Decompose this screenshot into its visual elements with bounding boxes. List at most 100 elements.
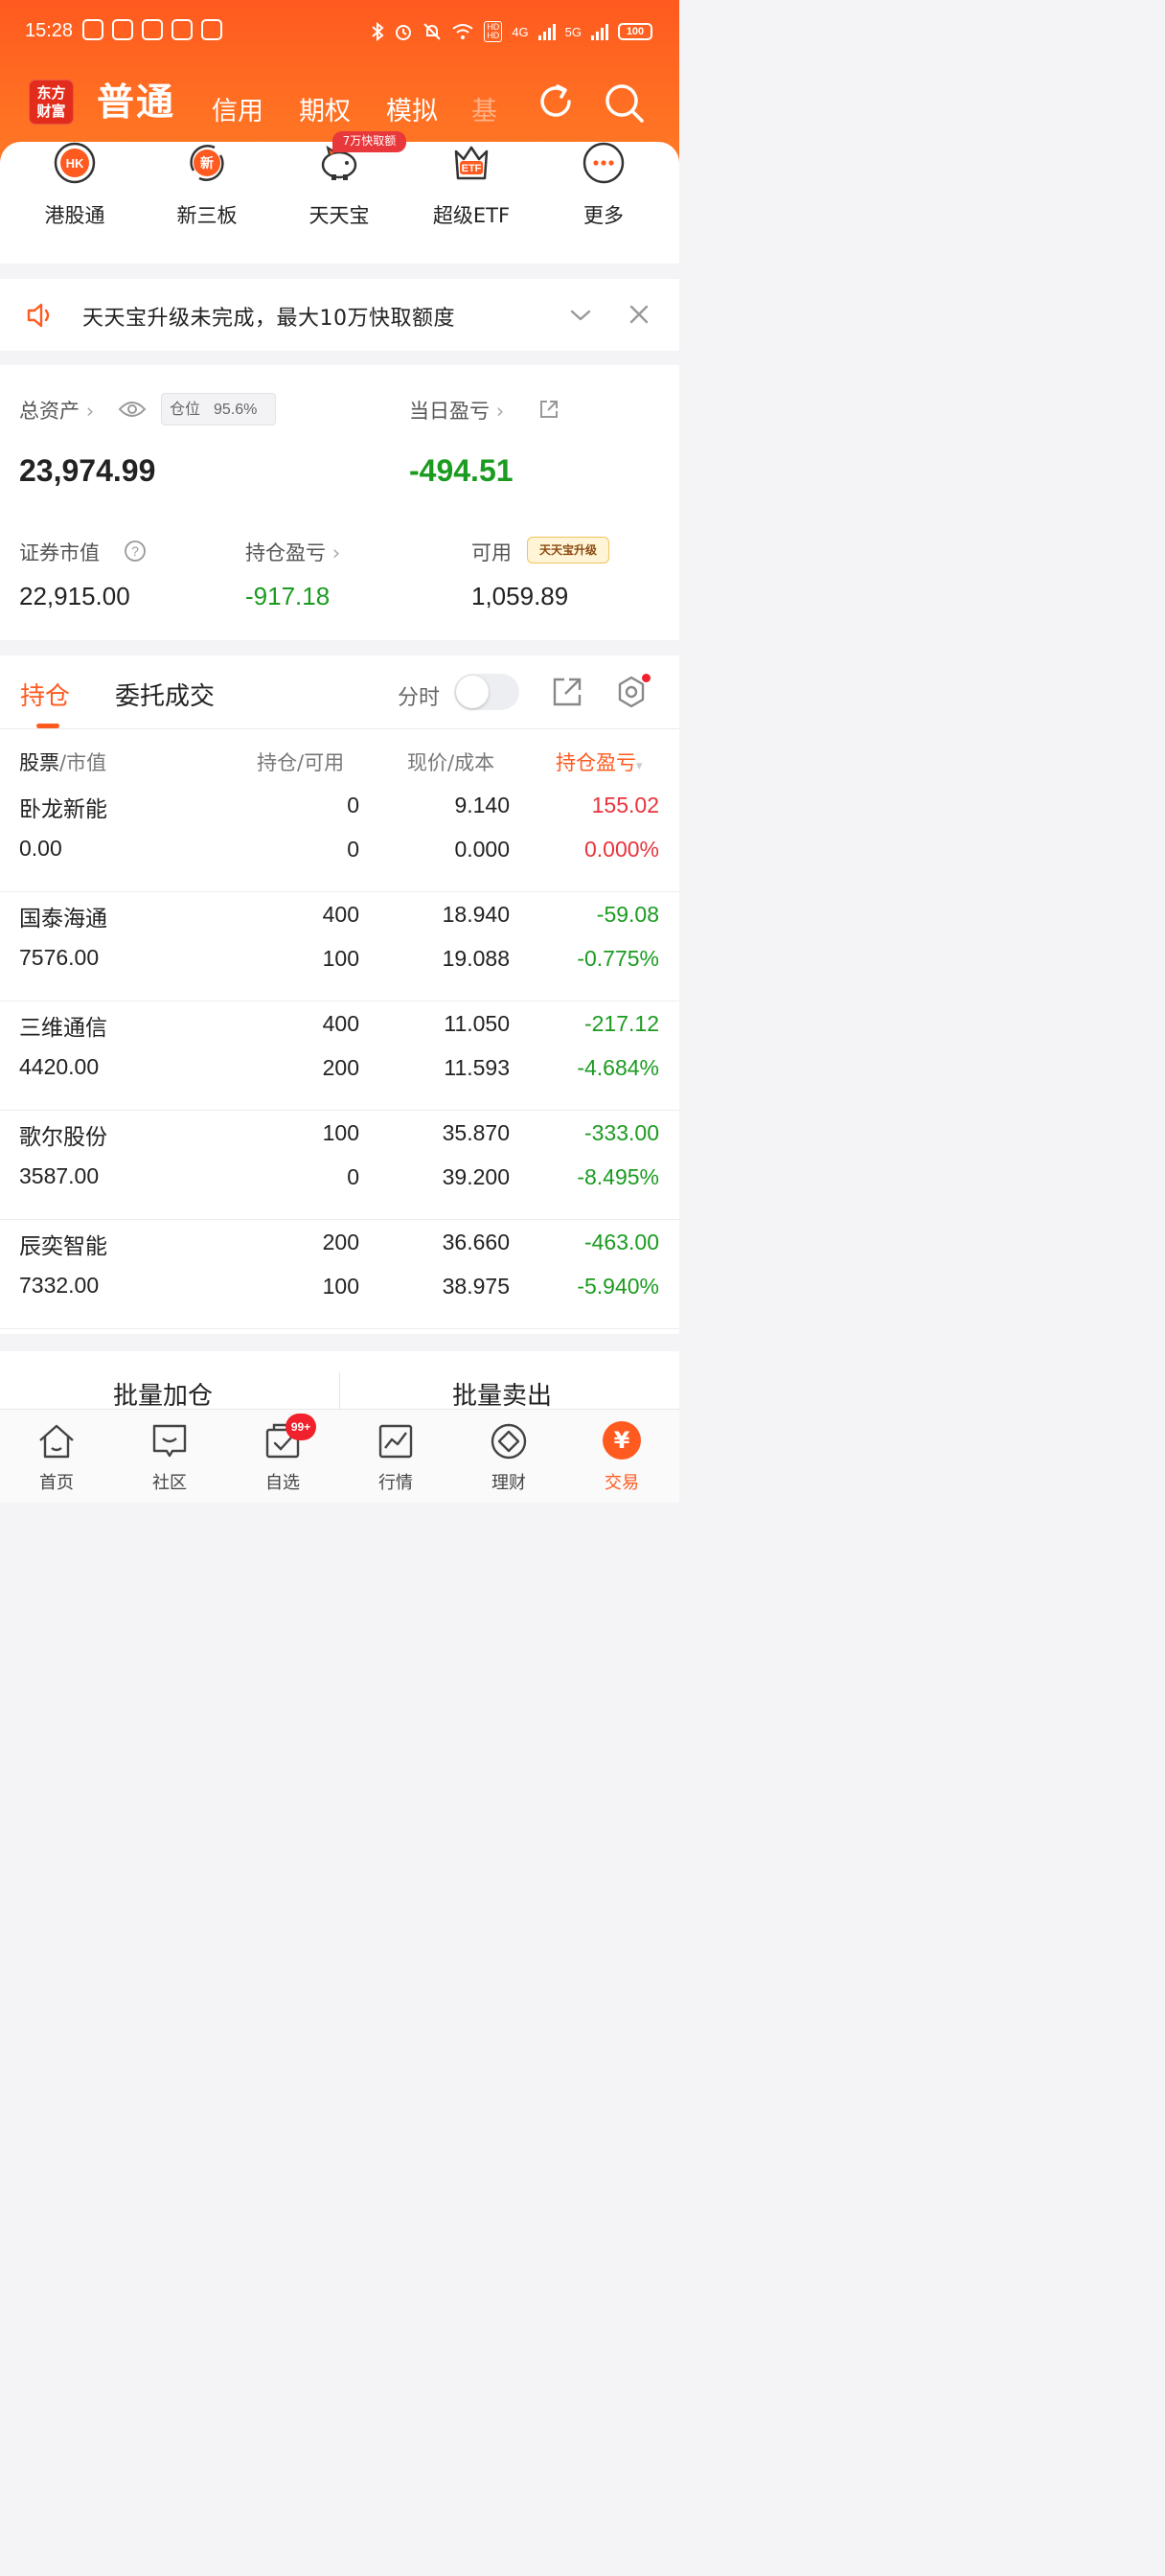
stock-available: 100 bbox=[322, 1274, 359, 1299]
intraday-toggle-label: 分时 bbox=[398, 686, 441, 710]
nav-community[interactable]: 社区 bbox=[113, 1410, 226, 1503]
nav-label: 交易 bbox=[605, 1473, 639, 1493]
quick-menu: HK 港股通 新 新三板 天天宝 ETF 超级ETF 更多 bbox=[0, 142, 679, 264]
stock-cost: 19.088 bbox=[442, 946, 510, 971]
intraday-toggle[interactable] bbox=[454, 674, 519, 710]
status-app-icons bbox=[82, 19, 222, 40]
market-value-label: 证券市值 bbox=[19, 541, 100, 564]
more-icon bbox=[582, 142, 625, 184]
stock-pnl: -463.00 bbox=[583, 1230, 659, 1254]
stock-price: 18.940 bbox=[442, 902, 510, 927]
position-label: 仓位 bbox=[170, 400, 201, 418]
help-icon[interactable]: ? bbox=[124, 540, 147, 563]
col-price: 现价/成本 bbox=[407, 751, 495, 774]
stock-holding: 100 bbox=[322, 1120, 359, 1145]
stock-price: 11.050 bbox=[444, 1011, 510, 1036]
app-logo: 东方 财富 bbox=[29, 80, 74, 125]
stock-name: 国泰海通 bbox=[19, 907, 107, 932]
wealth-icon bbox=[491, 1423, 527, 1460]
holdings-panel: 持仓 委托成交 分时 股票/市值 持仓/可用 现价/成本 持仓盈亏▾ 卧龙新能 0… bbox=[0, 656, 679, 1334]
nav-label: 首页 bbox=[39, 1473, 74, 1493]
table-row[interactable]: 卧龙新能 0.00 0 0 9.140 0.000 155.02 0.000% bbox=[0, 783, 679, 892]
quick-label: 新三板 bbox=[176, 204, 238, 227]
logo-line-1: 东方 bbox=[36, 84, 66, 102]
nav-trade[interactable]: ¥ 交易 bbox=[565, 1410, 678, 1503]
tab-normal[interactable]: 普通 bbox=[97, 73, 175, 126]
stock-pnl: -217.12 bbox=[583, 1011, 659, 1036]
divider bbox=[0, 728, 679, 729]
alarm-icon bbox=[396, 25, 412, 40]
close-icon[interactable] bbox=[628, 304, 650, 325]
stock-cost: 11.593 bbox=[444, 1055, 510, 1080]
status-time: 15:28 bbox=[25, 20, 74, 41]
refresh-icon[interactable] bbox=[535, 80, 577, 123]
network-5g-label: 5G bbox=[564, 24, 582, 39]
nav-watchlist[interactable]: 自选 bbox=[226, 1410, 339, 1503]
battery-icon: 100 bbox=[618, 23, 652, 40]
nav-home[interactable]: 首页 bbox=[0, 1410, 113, 1503]
stock-holding: 400 bbox=[322, 902, 359, 927]
tab-positions[interactable]: 持仓 bbox=[20, 677, 70, 712]
tab-options[interactable]: 期权 bbox=[299, 90, 351, 127]
stock-holding: 400 bbox=[322, 1011, 359, 1036]
tab-simulated[interactable]: 模拟 bbox=[386, 90, 438, 127]
quick-label: 超级ETF bbox=[432, 204, 511, 227]
table-row[interactable]: 歌尔股份 3587.00 100 0 35.870 39.200 -333.00 -8.495… bbox=[0, 1111, 679, 1220]
col-stock: 股票/市值 bbox=[19, 748, 106, 776]
tab-credit[interactable]: 信用 bbox=[212, 90, 263, 127]
asset-summary: 总资产 › 仓位 95.6% 23,974.99 当日盈亏 › -494.51 证… bbox=[0, 365, 679, 640]
app-root: 15:28 HD HD 4G 5G 100 东方 财富 普通 信用 期权 模拟 … bbox=[0, 0, 679, 1503]
batch-add-button[interactable]: 批量加仓 bbox=[113, 1376, 213, 1412]
external-link-icon[interactable] bbox=[538, 399, 560, 420]
notification-dot bbox=[642, 674, 651, 682]
col-pnl-sort[interactable]: 持仓盈亏▾ bbox=[556, 748, 643, 776]
stock-market-value: 0.00 bbox=[19, 836, 62, 861]
stock-available: 200 bbox=[322, 1055, 359, 1080]
notice-text: 天天宝升级未完成，最大10万快取额度 bbox=[82, 307, 455, 331]
nav-label: 自选 bbox=[265, 1473, 300, 1493]
search-icon[interactable] bbox=[602, 80, 646, 125]
daily-pnl-label[interactable]: 当日盈亏 › bbox=[409, 396, 504, 425]
stock-pnl-percent: -4.684% bbox=[577, 1055, 659, 1080]
share-icon[interactable] bbox=[551, 676, 583, 708]
position-ratio-chip: 仓位 95.6% bbox=[161, 393, 276, 426]
stock-price: 35.870 bbox=[442, 1120, 510, 1145]
batch-actions: 批量加仓 批量卖出 bbox=[0, 1351, 679, 1412]
nav-market[interactable]: 行情 bbox=[339, 1410, 452, 1503]
stock-price: 36.660 bbox=[442, 1230, 510, 1254]
upgrade-tag[interactable]: 天天宝升级 bbox=[527, 537, 609, 564]
stock-pnl-percent: -0.775% bbox=[577, 946, 659, 971]
quick-label: 更多 bbox=[583, 204, 624, 227]
holding-pnl-label[interactable]: 持仓盈亏 › bbox=[245, 538, 340, 566]
nav-wealth[interactable]: 理财 bbox=[452, 1410, 565, 1503]
tab-fund[interactable]: 基 bbox=[471, 90, 497, 127]
table-row[interactable]: 国泰海通 7576.00 400 100 18.940 19.088 -59.08 -0.77… bbox=[0, 892, 679, 1001]
signal-icon bbox=[591, 23, 608, 40]
app-notification-icon bbox=[142, 19, 163, 40]
notice-bar[interactable]: 天天宝升级未完成，最大10万快取额度 bbox=[0, 279, 679, 351]
hd-icon: HD HD bbox=[484, 21, 503, 42]
holding-pnl-value: -917.18 bbox=[245, 582, 331, 610]
position-value: 95.6% bbox=[214, 402, 258, 418]
chevron-down-icon[interactable] bbox=[569, 304, 592, 327]
daily-pnl-label-text: 当日盈亏 bbox=[409, 400, 490, 423]
wechat-icon bbox=[82, 19, 103, 40]
batch-sell-button[interactable]: 批量卖出 bbox=[452, 1376, 552, 1412]
speaker-icon bbox=[27, 303, 50, 328]
status-bar: 15:28 HD HD 4G 5G 100 bbox=[0, 0, 679, 63]
stock-market-value: 4420.00 bbox=[19, 1054, 100, 1079]
stock-pnl: 155.02 bbox=[591, 793, 659, 817]
table-row[interactable]: 三维通信 4420.00 400 200 11.050 11.593 -217.12 -4.6… bbox=[0, 1001, 679, 1111]
table-row[interactable]: 辰奕智能 7332.00 200 100 36.660 38.975 -463.00 -5.9… bbox=[0, 1220, 679, 1329]
stock-name: 歌尔股份 bbox=[19, 1125, 107, 1150]
wifi-icon bbox=[452, 24, 473, 39]
mute-icon bbox=[423, 23, 442, 40]
tab-orders[interactable]: 委托成交 bbox=[115, 677, 215, 712]
stock-name: 卧龙新能 bbox=[19, 797, 107, 822]
stock-pnl: -333.00 bbox=[583, 1120, 659, 1145]
stock-cost: 0.000 bbox=[454, 837, 510, 862]
total-assets-label[interactable]: 总资产 › bbox=[19, 396, 94, 425]
svg-text:HK: HK bbox=[66, 156, 84, 171]
eye-icon[interactable] bbox=[118, 399, 147, 420]
nav-label: 理财 bbox=[491, 1473, 526, 1493]
